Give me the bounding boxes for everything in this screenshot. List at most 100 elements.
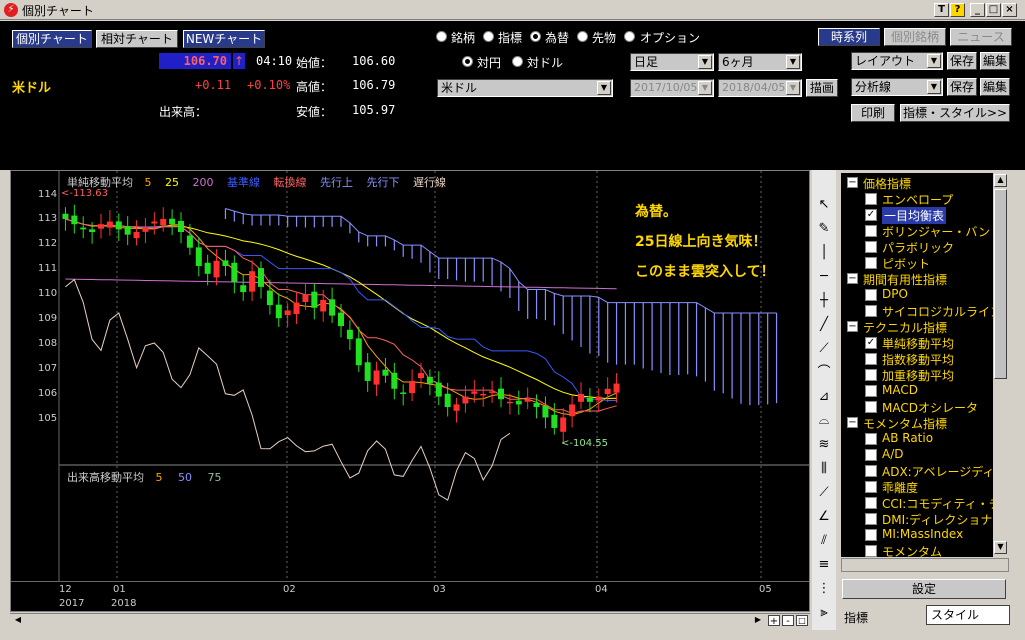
date-to[interactable]: 2018/04/05 ▼ [718,79,802,97]
tree-item[interactable]: DMI:ディレクショナル [841,511,1009,527]
range-select[interactable]: 6ヶ月 ▼ [718,53,802,71]
radio-vs-dollar[interactable] [512,56,523,67]
print-button[interactable]: 印刷 [851,104,895,122]
cross-icon[interactable]: ┼ [812,290,836,312]
scroll-right-icon[interactable]: ▶ [752,615,764,626]
help-button[interactable]: ? [950,3,965,17]
tree-item[interactable]: ✓ 単純移動平均 [841,335,1009,351]
analysis-save-button[interactable]: 保存 [947,78,977,96]
maximize-button[interactable]: □ [986,3,1001,17]
trendline-icon[interactable]: ╱ [812,314,836,336]
draw-button[interactable]: 描画 [806,79,838,97]
erase-icon[interactable]: ⫸ [812,602,836,624]
checkbox[interactable] [865,369,877,381]
layout-edit-button[interactable]: 編集 [980,52,1010,70]
tree-item[interactable]: MI:MassIndex [841,527,1009,543]
tree-item[interactable]: DPO [841,287,1009,303]
scroll-up-icon[interactable]: ▲ [994,174,1007,187]
retracement-icon[interactable]: ≡ [812,554,836,576]
settings-button[interactable]: 設定 [842,579,1006,599]
radio-vs-yen[interactable] [462,56,473,67]
checkbox[interactable] [865,193,877,205]
checkbox[interactable] [865,545,877,557]
collapse-icon[interactable]: − [847,273,858,284]
individual-button[interactable]: 個別銘柄 [884,28,946,46]
tab-style[interactable]: スタイル [926,605,1010,625]
tree-category[interactable]: − モメンタム指標 [841,415,1009,431]
analysis-edit-button[interactable]: 編集 [980,78,1010,96]
currency-select[interactable]: 米ドル ▼ [437,79,613,97]
gann-icon[interactable]: ∠ [812,506,836,528]
chart-area[interactable]: 単純移動平均 5 25 200 基準線 転換線 先行上 先行下 遅行線 為替。 … [10,170,810,612]
indicator-tree[interactable]: − 価格指標 エンベロープ ✓ 一目均衡表 ボリンジャー・バンド パラボリック ピボット − 期間… [841,173,1009,557]
ray-icon[interactable]: ⟋ [812,482,836,504]
scroll-left-icon[interactable]: ◀ [12,615,24,626]
indicator-scrollbar[interactable]: ▲ ▼ [993,173,1009,557]
scroll-thumb[interactable] [994,189,1007,379]
tree-item[interactable]: 乖離度 [841,479,1009,495]
channel-icon[interactable]: ≋ [812,434,836,456]
checkbox[interactable] [865,385,877,397]
checkbox-checked[interactable]: ✓ [865,209,877,221]
minimize-button[interactable]: _ [970,3,985,17]
radio-index[interactable] [483,31,494,42]
tree-item[interactable]: MACDオシレータ [841,399,1009,415]
tree-item[interactable]: モメンタム [841,543,1009,557]
checkbox-checked[interactable]: ✓ [865,337,877,349]
tree-item[interactable]: AB Ratio [841,431,1009,447]
tree-category[interactable]: − テクニカル指標 [841,319,1009,335]
date-from[interactable]: 2017/10/05 ▼ [630,79,714,97]
checkbox[interactable] [865,481,877,493]
period-select[interactable]: 日足 ▼ [630,53,714,71]
tab-new-chart[interactable]: NEWチャート [183,30,265,48]
chart-scrollbar[interactable]: ◀ ▶ + - □ [10,613,810,627]
tree-item[interactable]: MACD [841,383,1009,399]
checkbox[interactable] [865,305,877,317]
tree-hscrollbar[interactable] [841,558,1009,572]
tree-category[interactable]: − 価格指標 [841,175,1009,191]
arc-icon[interactable]: ⌒ [812,362,836,384]
zoom-out-icon[interactable]: - [782,615,794,627]
tree-item[interactable]: A/D [841,447,1009,463]
close-button[interactable]: × [1002,3,1017,17]
timeseries-button[interactable]: 時系列 [818,28,880,46]
time-zone-icon[interactable]: ⋮ [812,578,836,600]
checkbox[interactable] [865,433,877,445]
text-button[interactable]: T [934,3,949,17]
analysis-select[interactable]: 分析線 ▼ [851,78,943,96]
checkbox[interactable] [865,529,877,541]
vertical-line-icon[interactable]: │ [812,242,836,264]
checkbox[interactable] [865,401,877,413]
scroll-down-icon[interactable]: ▼ [994,541,1007,554]
checkbox[interactable] [865,465,877,477]
layout-save-button[interactable]: 保存 [947,52,977,70]
cursor-icon[interactable]: ↖ [812,194,836,216]
zoom-reset-icon[interactable]: □ [796,615,808,626]
radio-stock[interactable] [436,31,447,42]
collapse-icon[interactable]: − [847,321,858,332]
tree-item[interactable]: サイコロジカルライン [841,303,1009,319]
checkbox[interactable] [865,513,877,525]
fan-icon[interactable]: ⟋ [812,338,836,360]
fib-fan-icon[interactable]: ⊿ [812,386,836,408]
fib-time-icon[interactable]: ⫼ [812,458,836,480]
collapse-icon[interactable]: − [847,177,858,188]
zoom-in-icon[interactable]: + [768,615,780,627]
tree-item[interactable]: 加重移動平均 [841,367,1009,383]
indicator-style-button[interactable]: 指標・スタイル>> [900,104,1010,122]
checkbox[interactable] [865,257,877,269]
tree-category[interactable]: − 期間有用性指標 [841,271,1009,287]
pen-icon[interactable]: ✎ [812,218,836,240]
tree-item[interactable]: CCI:コモディティ・チャ [841,495,1009,511]
tree-item[interactable]: ボリンジャー・バンド [841,223,1009,239]
radio-futures[interactable] [577,31,588,42]
checkbox[interactable] [865,497,877,509]
tree-item[interactable]: パラボリック [841,239,1009,255]
tree-item[interactable]: 指数移動平均 [841,351,1009,367]
tab-individual-chart[interactable]: 個別チャート [12,30,92,48]
tree-item[interactable]: ✓ 一目均衡表 [841,207,1009,224]
radio-options[interactable] [624,31,635,42]
checkbox[interactable] [865,241,877,253]
checkbox[interactable] [865,289,877,301]
parallel-icon[interactable]: ⫽ [812,530,836,552]
